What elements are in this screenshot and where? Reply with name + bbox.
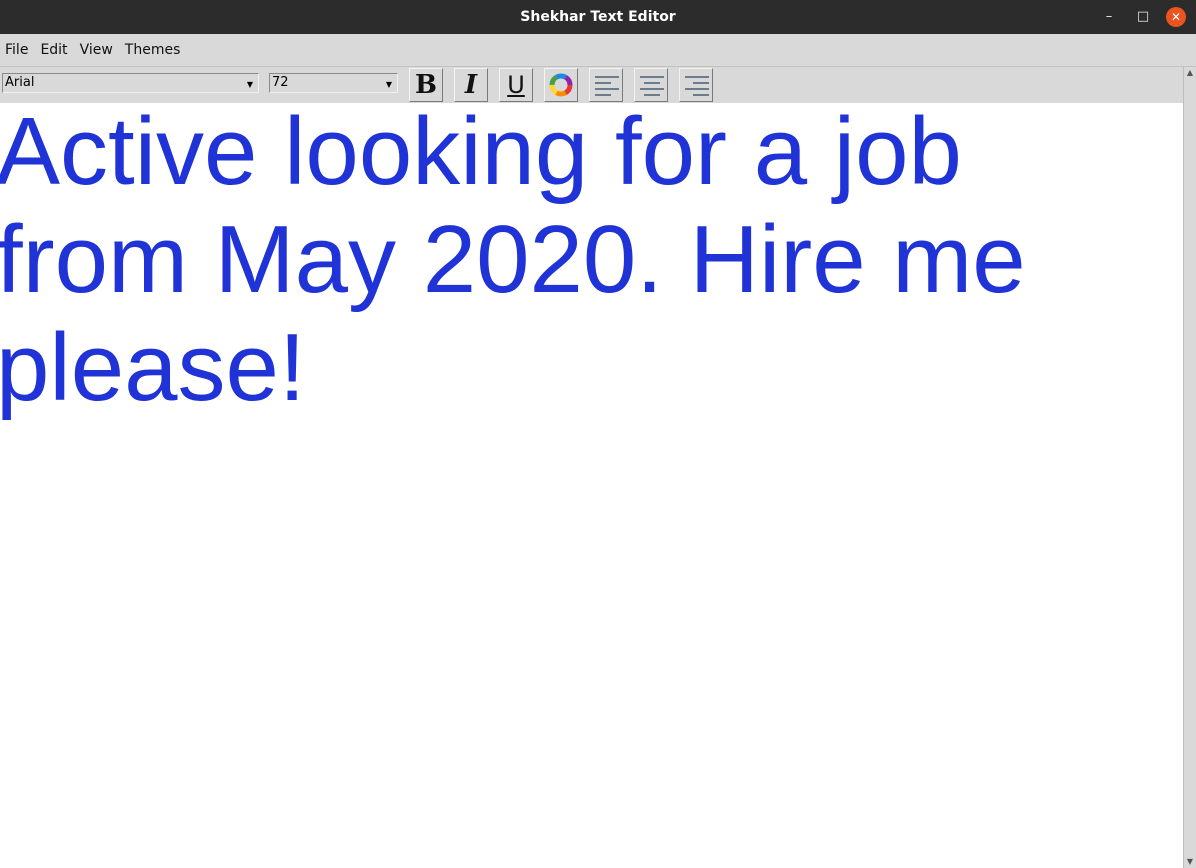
align-center-icon: [640, 76, 664, 96]
scroll-up-icon[interactable]: ▲: [1184, 67, 1196, 79]
italic-button[interactable]: I: [454, 68, 488, 102]
formatting-toolbar: Arial ▼ 72 ▼ B I U: [0, 67, 1183, 103]
align-center-button[interactable]: [634, 68, 668, 102]
font-size-select[interactable]: 72 ▼: [269, 73, 398, 93]
vertical-scrollbar[interactable]: ▲ ▼: [1183, 67, 1196, 868]
menu-file[interactable]: File: [0, 34, 34, 66]
underline-button[interactable]: U: [499, 68, 533, 102]
chevron-down-icon[interactable]: ▼: [382, 75, 396, 91]
text-editor-area[interactable]: Active looking for a job from May 2020. …: [0, 103, 1183, 868]
font-size-value: 72: [272, 75, 289, 90]
chevron-down-icon[interactable]: ▼: [243, 75, 257, 91]
menu-themes[interactable]: Themes: [119, 34, 187, 66]
scroll-down-icon[interactable]: ▼: [1184, 856, 1196, 868]
menubar: File Edit View Themes: [0, 34, 1196, 67]
align-left-button[interactable]: [589, 68, 623, 102]
align-right-button[interactable]: [679, 68, 713, 102]
font-family-value: Arial: [5, 75, 35, 90]
maximize-icon[interactable]: □: [1133, 7, 1153, 27]
menu-view[interactable]: View: [74, 34, 119, 66]
underline-icon: U: [507, 71, 525, 99]
close-icon[interactable]: ✕: [1166, 7, 1186, 27]
bold-icon: B: [415, 70, 437, 100]
italic-icon: I: [464, 70, 478, 100]
text-color-button[interactable]: [544, 68, 578, 102]
align-right-icon: [685, 76, 709, 96]
menu-edit[interactable]: Edit: [34, 34, 73, 66]
align-left-icon: [595, 76, 619, 96]
color-wheel-icon: [549, 73, 573, 97]
font-family-select[interactable]: Arial ▼: [2, 73, 259, 93]
window-title: Shekhar Text Editor: [520, 9, 676, 25]
minimize-icon[interactable]: –: [1099, 7, 1119, 27]
editor-text[interactable]: Active looking for a job from May 2020. …: [0, 103, 1056, 422]
bold-button[interactable]: B: [409, 68, 443, 102]
window-titlebar: Shekhar Text Editor – □ ✕: [0, 0, 1196, 34]
